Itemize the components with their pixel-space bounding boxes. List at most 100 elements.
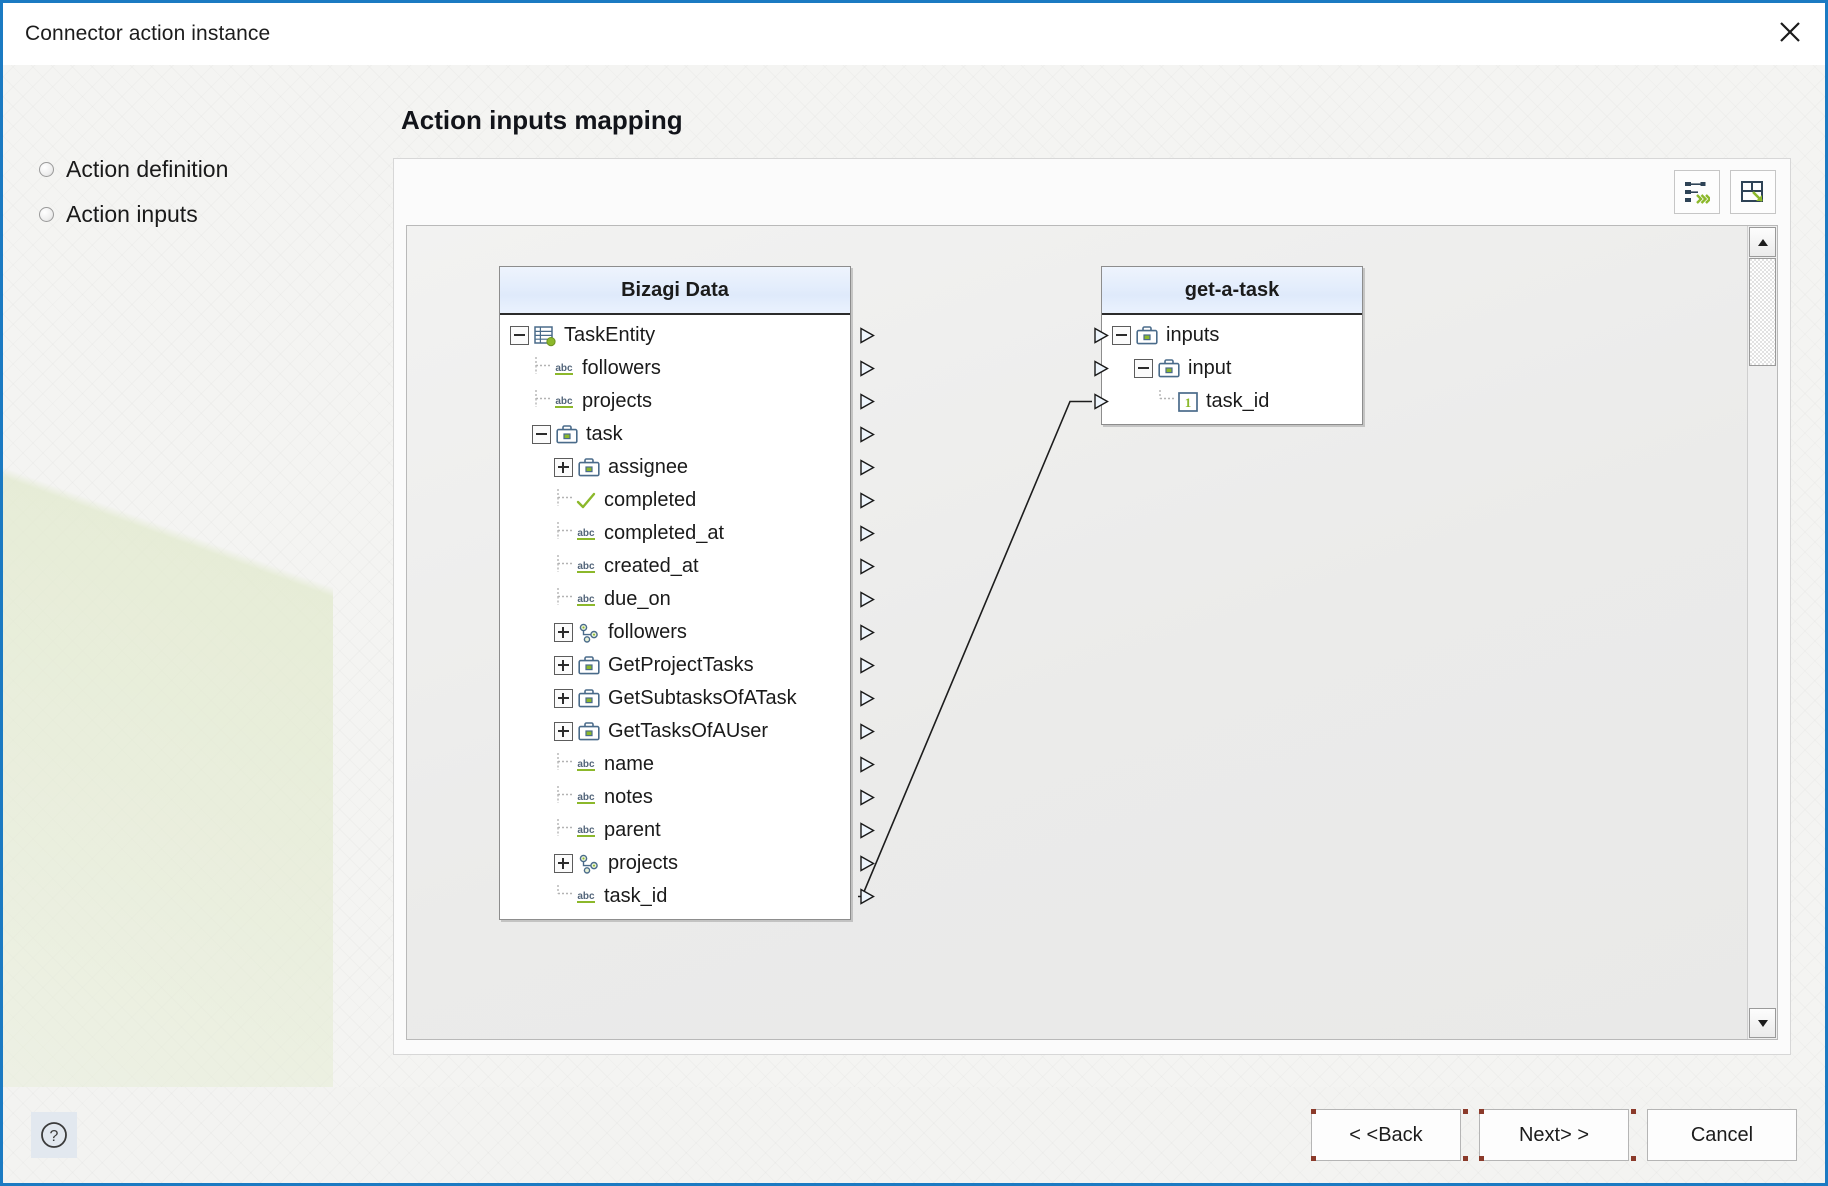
tree-row[interactable]: task	[500, 418, 875, 451]
tree-row[interactable]: abc projects	[500, 385, 875, 418]
sidebar-item-action-inputs[interactable]: Action inputs	[3, 192, 393, 237]
collapse-icon[interactable]	[510, 326, 529, 345]
briefcase-icon	[1157, 358, 1181, 379]
mapping-canvas[interactable]: Bizagi Data TaskEntity abc followers abc…	[407, 226, 1747, 1039]
expand-icon[interactable]	[554, 722, 573, 741]
number-icon: 1	[1177, 391, 1199, 413]
sidebar-item-action-definition[interactable]: Action definition	[3, 147, 393, 192]
sidebar-item-label: Action definition	[66, 156, 229, 182]
help-icon[interactable]: ?	[31, 1112, 77, 1158]
expand-icon[interactable]	[554, 689, 573, 708]
fit-layout-icon[interactable]	[1730, 170, 1776, 214]
abc-icon: abc	[575, 887, 597, 907]
briefcase-icon	[577, 688, 601, 709]
dialog-body: Action definition Action inputs Action i…	[3, 65, 1825, 1087]
tree-row-label: notes	[604, 786, 653, 808]
mapping-connection-line[interactable]	[858, 400, 1092, 898]
tree-row[interactable]: projects	[500, 847, 875, 880]
svg-text:abc: abc	[577, 759, 595, 770]
tree-row[interactable]: abc followers	[500, 352, 875, 385]
tree-row[interactable]: completed	[500, 484, 875, 517]
abc-icon: abc	[575, 557, 597, 577]
tree-row[interactable]: abc due_on	[500, 583, 875, 616]
svg-text:abc: abc	[577, 561, 595, 572]
expand-icon[interactable]	[554, 623, 573, 642]
tree-row[interactable]: abc created_at	[500, 550, 875, 583]
tree-guide-stub	[532, 357, 553, 380]
target-node-get-a-task[interactable]: get-a-task inputs input 1 task_id	[1094, 266, 1363, 425]
tree-row[interactable]: abc task_id	[500, 880, 875, 913]
briefcase-icon	[577, 457, 601, 478]
tree-row-label: due_on	[604, 588, 671, 610]
tree-row-label: parent	[604, 819, 661, 841]
tree-row[interactable]: inputs	[1094, 319, 1362, 352]
tree-row[interactable]: GetTasksOfAUser	[500, 715, 875, 748]
tree-row-label: name	[604, 753, 655, 775]
target-node-title: get-a-task	[1102, 267, 1362, 315]
tree-row-label: task	[586, 423, 623, 445]
tree-row[interactable]: 1 task_id	[1094, 385, 1362, 418]
tree-row[interactable]: followers	[500, 616, 875, 649]
tree-row-label: completed_at	[604, 522, 725, 544]
cancel-button[interactable]: Cancel	[1647, 1109, 1797, 1161]
mapping-panel: Bizagi Data TaskEntity abc followers abc…	[393, 158, 1791, 1055]
abc-icon: abc	[575, 821, 597, 841]
svg-text:abc: abc	[577, 792, 595, 803]
close-icon[interactable]	[1755, 3, 1825, 61]
tree-row[interactable]: GetProjectTasks	[500, 649, 875, 682]
scrollbar-track[interactable]	[1748, 258, 1777, 1007]
mapping-toolbar	[394, 159, 1790, 225]
tree-row-label: followers	[582, 357, 661, 379]
tree-row-label: inputs	[1166, 324, 1220, 346]
mapping-canvas-wrapper: Bizagi Data TaskEntity abc followers abc…	[406, 225, 1778, 1040]
svg-text:abc: abc	[555, 363, 573, 374]
briefcase-icon	[555, 424, 579, 445]
tree-row[interactable]: abc name	[500, 748, 875, 781]
tree-row-label: followers	[608, 621, 687, 643]
tree-row-label: assignee	[608, 456, 689, 478]
tree-row[interactable]: abc notes	[500, 781, 875, 814]
next-button[interactable]: Next> >	[1479, 1109, 1629, 1161]
collection-icon	[577, 623, 601, 643]
page-title: Action inputs mapping	[401, 105, 683, 135]
abc-icon: abc	[553, 359, 575, 379]
expand-icon[interactable]	[554, 458, 573, 477]
tree-guide-stub	[554, 753, 575, 776]
canvas-vertical-scrollbar[interactable]	[1747, 226, 1777, 1039]
tree-row[interactable]: input	[1094, 352, 1362, 385]
expand-icon[interactable]	[554, 656, 573, 675]
tree-row-label: task_id	[604, 885, 668, 907]
briefcase-icon	[577, 655, 601, 676]
abc-icon: abc	[575, 788, 597, 808]
abc-icon: abc	[575, 524, 597, 544]
tree-row-label: GetProjectTasks	[608, 654, 754, 676]
collapse-icon[interactable]	[532, 425, 551, 444]
sidebar-item-label: Action inputs	[66, 201, 198, 227]
scrollbar-thumb[interactable]	[1749, 258, 1776, 366]
collapse-icon[interactable]	[1112, 326, 1131, 345]
source-node-title: Bizagi Data	[500, 267, 850, 315]
collapse-icon[interactable]	[1134, 359, 1153, 378]
tree-row[interactable]: abc parent	[500, 814, 875, 847]
tree-guide-stub	[532, 390, 553, 413]
svg-text:1: 1	[1185, 395, 1192, 410]
auto-map-icon[interactable]	[1674, 170, 1720, 214]
source-node-bizagi-data[interactable]: Bizagi Data TaskEntity abc followers abc…	[499, 266, 875, 920]
tree-row-label: task_id	[1206, 390, 1270, 412]
tree-row[interactable]: TaskEntity	[500, 319, 875, 352]
abc-icon: abc	[553, 392, 575, 412]
tree-row[interactable]: GetSubtasksOfATask	[500, 682, 875, 715]
tree-row[interactable]: abc completed_at	[500, 517, 875, 550]
tree-row[interactable]: assignee	[500, 451, 875, 484]
main-content: Action inputs mapping Bizagi Data TaskEn…	[393, 65, 1825, 1087]
back-button[interactable]: < <Back	[1311, 1109, 1461, 1161]
window-title: Connector action instance	[25, 22, 271, 45]
caret-down-icon[interactable]	[1749, 1008, 1776, 1038]
svg-text:abc: abc	[555, 396, 573, 407]
svg-text:abc: abc	[577, 528, 595, 539]
caret-up-icon[interactable]	[1749, 227, 1776, 257]
expand-icon[interactable]	[554, 854, 573, 873]
tree-guide-stub	[554, 885, 575, 908]
tree-guide-stub	[554, 588, 575, 611]
title-bar: Connector action instance	[3, 3, 1825, 65]
